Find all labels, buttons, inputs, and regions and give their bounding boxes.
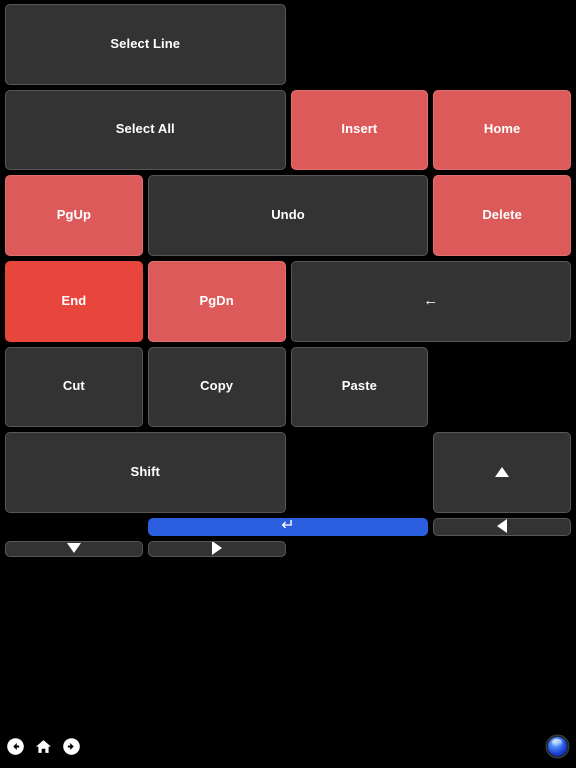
key-arrow-up[interactable] <box>433 432 571 513</box>
key-pgup[interactable]: PgUp <box>5 175 143 256</box>
arrow-right-tri-icon <box>211 541 222 555</box>
key-label: Copy <box>200 378 234 394</box>
key-label: Delete <box>482 207 522 223</box>
key-label: PgDn <box>199 292 234 308</box>
status-orb[interactable] <box>548 737 567 756</box>
home-icon <box>35 738 52 755</box>
key-label: Shift <box>130 464 160 480</box>
key-home[interactable]: Home <box>433 89 571 171</box>
bottom-toolbar <box>0 728 576 768</box>
key-label: Undo <box>271 207 305 223</box>
key-label: PgUp <box>56 207 92 223</box>
key-select-all[interactable]: Select All <box>5 89 286 171</box>
circle-arrow-left-icon <box>6 737 25 756</box>
arrow-left-tri-icon <box>497 518 508 533</box>
app-root: Select Line Select All Insert Home PgUp Undo D… <box>0 0 576 768</box>
key-label: End <box>61 292 87 308</box>
home-button[interactable] <box>33 736 54 757</box>
navigation-group <box>5 736 82 757</box>
key-label: Cut <box>62 378 85 394</box>
key-insert[interactable]: Insert <box>290 89 429 171</box>
key-shift[interactable]: Shift <box>5 432 286 513</box>
arrow-up-icon <box>495 466 510 477</box>
arrow-down-icon <box>66 542 81 553</box>
return-icon: ↵ <box>281 517 295 534</box>
key-label: Select Line <box>110 35 181 51</box>
key-label: Paste <box>341 378 377 394</box>
key-blank-r5c5 <box>5 518 143 536</box>
key-pgdn[interactable]: PgDn <box>147 260 286 342</box>
key-undo[interactable]: Undo <box>147 175 429 256</box>
key-label: Home <box>483 121 521 137</box>
key-label: Insert <box>341 121 378 137</box>
key-cut[interactable]: Cut <box>5 346 143 428</box>
key-arrow-right[interactable] <box>147 540 286 557</box>
key-paste[interactable]: Paste <box>290 346 429 428</box>
key-blank-r5c3 <box>291 432 429 513</box>
keypad-grid: Select Line Select All Insert Home PgUp Undo D… <box>0 0 576 562</box>
key-blank-r1c3 <box>291 4 429 85</box>
key-backspace[interactable]: ← <box>290 260 571 342</box>
forward-button[interactable] <box>61 736 82 757</box>
key-arrow-left[interactable] <box>433 517 571 536</box>
key-arrow-down[interactable] <box>5 540 143 557</box>
key-end[interactable]: End <box>5 260 143 342</box>
key-select-line[interactable]: Select Line <box>5 4 286 85</box>
key-delete[interactable]: Delete <box>433 175 571 256</box>
circle-arrow-right-icon <box>62 737 81 756</box>
key-blank-r1c4 <box>433 4 571 85</box>
arrow-left-icon: ← <box>423 291 439 309</box>
key-enter[interactable]: ↵ <box>147 517 429 536</box>
back-button[interactable] <box>5 736 26 757</box>
key-label: Select All <box>115 121 175 137</box>
key-copy[interactable]: Copy <box>147 346 286 428</box>
